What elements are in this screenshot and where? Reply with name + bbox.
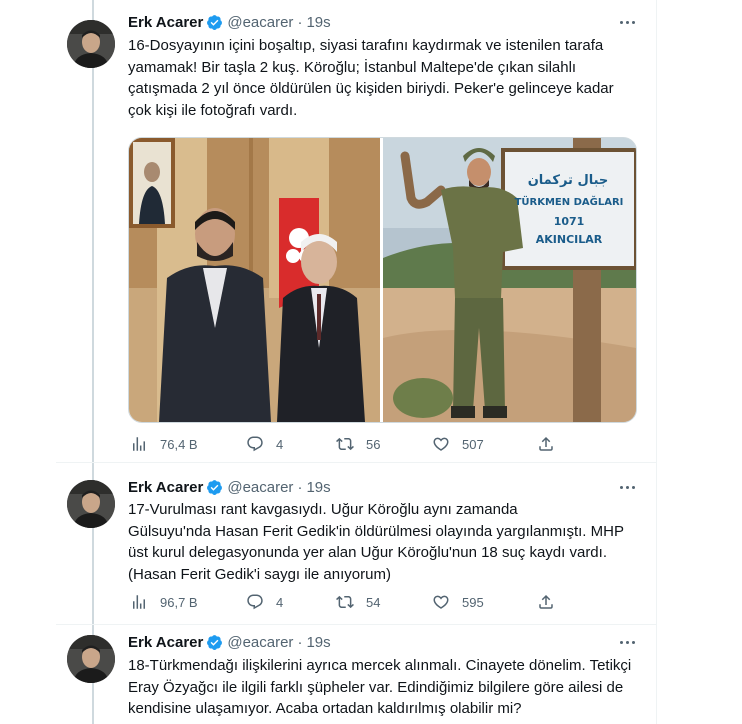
tweet-3[interactable]: Erk Acarer @eacarer · 19s 18-Türkmendağı…	[0, 625, 656, 724]
tweet-2[interactable]: Erk Acarer @eacarer · 19s 17-Vurulması r…	[0, 463, 656, 624]
column-border	[656, 0, 657, 724]
author-handle[interactable]: @eacarer	[227, 634, 293, 651]
timestamp[interactable]: 19s	[306, 14, 330, 31]
share-icon	[539, 436, 553, 451]
retweet-button[interactable]: 56	[336, 434, 380, 454]
more-options-icon[interactable]	[616, 632, 638, 652]
views-stat[interactable]: 96,7 B	[130, 592, 198, 612]
avatar[interactable]	[67, 480, 115, 528]
author-handle[interactable]: @eacarer	[227, 14, 293, 31]
heart-icon	[433, 595, 449, 609]
retweet-icon	[336, 437, 354, 451]
photo-left-image	[129, 138, 380, 422]
timestamp[interactable]: 19s	[306, 634, 330, 651]
verified-badge-icon	[207, 14, 223, 30]
sign-line-2: 1071	[553, 215, 585, 228]
tweet-actions: 96,7 B 4 54 595	[128, 592, 638, 612]
like-count: 595	[462, 594, 484, 610]
heart-icon	[433, 437, 449, 451]
reply-count: 4	[276, 594, 284, 610]
more-options-icon[interactable]	[616, 12, 638, 32]
reply-button[interactable]: 4	[246, 592, 283, 612]
avatar[interactable]	[67, 635, 115, 683]
verified-badge-icon	[207, 634, 223, 650]
author-name[interactable]: Erk Acarer	[128, 634, 203, 651]
share-button[interactable]	[537, 592, 567, 612]
tweet-1[interactable]: Erk Acarer @eacarer · 19s 16-Dosyayının …	[0, 0, 656, 462]
reply-icon	[247, 436, 263, 452]
tweet-header: Erk Acarer @eacarer · 19s	[128, 12, 331, 32]
reply-count: 4	[276, 436, 284, 452]
like-count: 507	[462, 436, 484, 452]
reply-icon	[247, 594, 263, 610]
tweet-text: 17-Vurulması rant kavgasıydı. Uğur Köroğ…	[128, 501, 624, 583]
views-count: 96,7 B	[160, 594, 198, 610]
photo-right[interactable]: جبال تركمان TÜRKMEN DAĞLARI 1071 AKINCIL…	[383, 138, 636, 422]
tweet-header: Erk Acarer @eacarer · 19s	[128, 477, 331, 497]
sign-line-3: AKINCILAR	[535, 233, 603, 246]
like-button[interactable]: 507	[432, 434, 484, 454]
retweet-count: 56	[366, 436, 381, 452]
reply-button[interactable]: 4	[246, 434, 283, 454]
sign-line-1: TÜRKMEN DAĞLARI	[514, 197, 624, 208]
tweet-text: 16-Dosyayının içini boşaltıp, siyasi tar…	[128, 37, 614, 119]
share-button[interactable]	[537, 434, 567, 454]
photo-left[interactable]	[129, 138, 380, 422]
more-options-icon[interactable]	[616, 477, 638, 497]
author-name[interactable]: Erk Acarer	[128, 479, 203, 496]
author-handle[interactable]: @eacarer	[227, 479, 293, 496]
avatar[interactable]	[67, 20, 115, 68]
separator-dot: ·	[297, 478, 303, 496]
retweet-button[interactable]: 54	[336, 592, 380, 612]
views-stat[interactable]: 76,4 B	[130, 434, 198, 454]
tweet-header: Erk Acarer @eacarer · 19s	[128, 632, 331, 652]
retweet-icon	[336, 595, 354, 609]
tweet-media[interactable]: جبال تركمان TÜRKMEN DAĞLARI 1071 AKINCIL…	[128, 137, 637, 423]
views-count: 76,4 B	[160, 436, 198, 452]
views-icon	[133, 595, 145, 609]
views-icon	[133, 437, 145, 451]
tweet-text: 18-Türkmendağı ilişkilerini ayrıca merce…	[128, 657, 632, 717]
share-icon	[539, 594, 553, 609]
like-button[interactable]: 595	[432, 592, 484, 612]
separator-dot: ·	[297, 13, 303, 31]
tweet-actions: 76,4 B 4 56 507	[128, 434, 638, 454]
separator-dot: ·	[297, 633, 303, 651]
retweet-count: 54	[366, 594, 381, 610]
verified-badge-icon	[207, 479, 223, 495]
timestamp[interactable]: 19s	[306, 479, 330, 496]
author-name[interactable]: Erk Acarer	[128, 14, 203, 31]
sign-arabic: جبال تركمان	[527, 173, 609, 188]
